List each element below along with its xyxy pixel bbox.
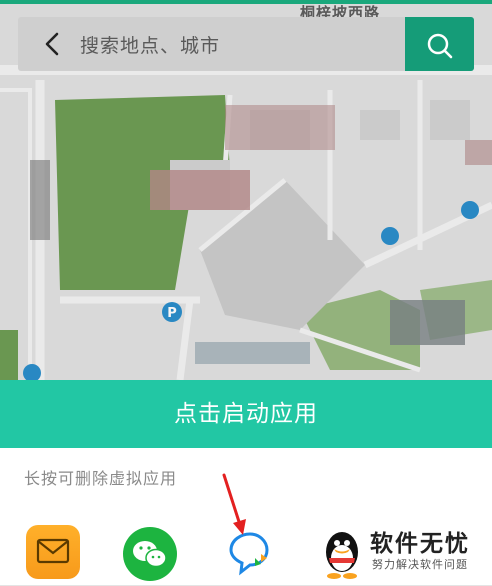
search-button[interactable] xyxy=(405,17,474,71)
launch-app-button[interactable]: 点击启动应用 xyxy=(0,380,492,448)
watermark-subtitle: 努力解决软件问题 xyxy=(372,558,468,571)
panel-hint: 长按可删除虚拟应用 xyxy=(24,469,178,488)
search-bar[interactable]: 搜索地点、城市 xyxy=(18,17,474,71)
qq-app[interactable] xyxy=(321,528,363,580)
mail-app[interactable] xyxy=(26,525,80,579)
search-icon xyxy=(427,33,453,59)
envelope-icon xyxy=(36,538,70,564)
watermark-title: 软件无忧 xyxy=(370,531,470,557)
search-input[interactable]: 搜索地点、城市 xyxy=(80,31,220,58)
back-arrow-icon[interactable] xyxy=(40,31,64,57)
red-pointer-arrow xyxy=(222,473,246,535)
wechat-app[interactable] xyxy=(123,527,177,581)
status-strip xyxy=(0,0,492,4)
wechat-icon xyxy=(133,541,167,568)
qq-penguin-icon xyxy=(326,532,358,579)
